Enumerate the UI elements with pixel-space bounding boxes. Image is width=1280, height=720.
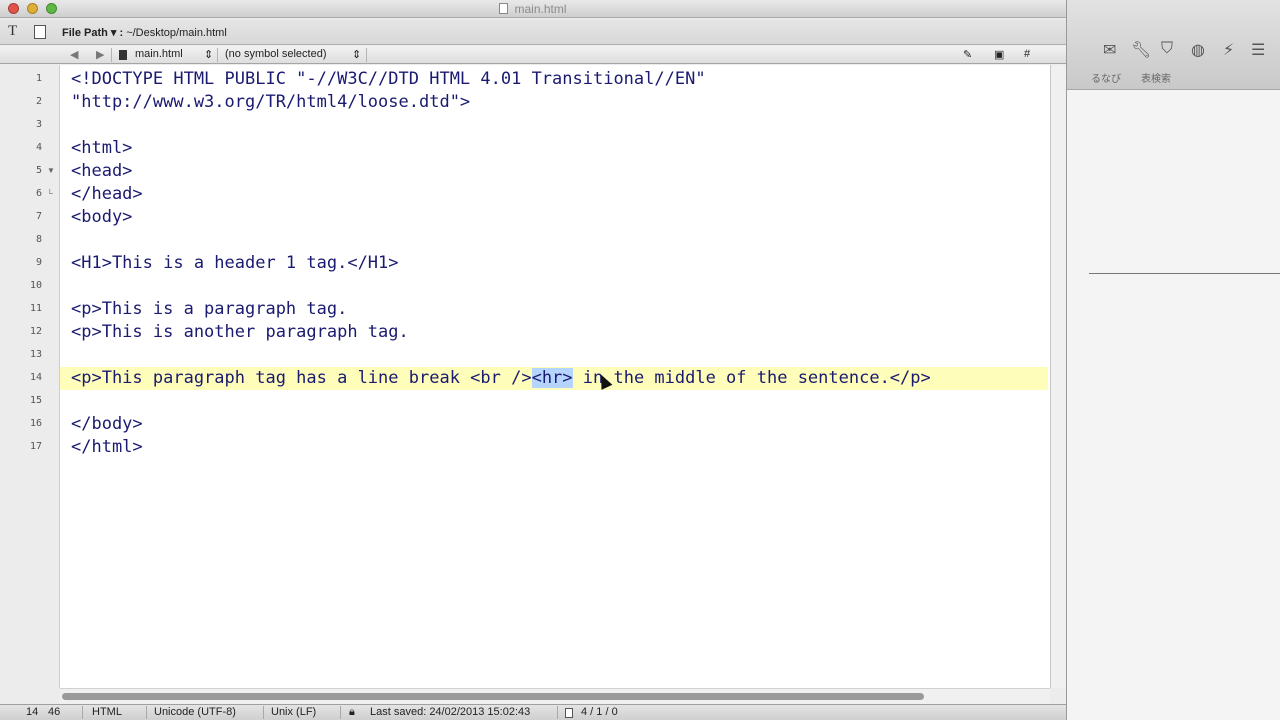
code-line[interactable]: <body> [60, 206, 1048, 229]
vertical-scrollbar[interactable] [1050, 65, 1066, 688]
code-line[interactable]: </body> [60, 413, 1048, 436]
line-number: 2 [35, 96, 42, 107]
divider [217, 48, 218, 62]
file-menu[interactable]: main.html [135, 48, 183, 60]
last-saved: Last saved: 24/02/2013 15:02:43 [370, 706, 531, 718]
lightning-icon[interactable]: ⚡︎ [1223, 40, 1234, 60]
column-indicator[interactable]: 46 [48, 706, 60, 718]
divider [366, 48, 367, 62]
line-number: 3 [35, 119, 42, 130]
document-icon [499, 3, 509, 14]
divider [146, 706, 147, 719]
navigation-bar: ◀ ▶ main.html ⇕ (no symbol selected) ⇕ ✎… [0, 46, 1066, 64]
divider [340, 706, 341, 719]
line-number: 11 [29, 303, 42, 314]
encoding-menu[interactable]: Unicode (UTF-8) [154, 706, 236, 718]
code-line[interactable] [60, 114, 1048, 137]
status-bar: 14 46 HTML Unicode (UTF-8) Unix (LF) 🔒︎ … [0, 704, 1066, 720]
line-number: 13 [29, 349, 42, 360]
pocket-icon[interactable]: ⛉ [1161, 40, 1173, 58]
line-number: 6 [35, 188, 42, 199]
code-line[interactable] [60, 344, 1048, 367]
line-number: 12 [29, 326, 42, 337]
selected-text[interactable]: <hr> [531, 368, 573, 388]
code-line[interactable]: <head> [60, 160, 1048, 183]
code-line[interactable] [60, 229, 1048, 252]
code-text: <p>This paragraph tag has a line break <… [71, 368, 532, 388]
divider [82, 706, 83, 719]
code-line[interactable]: <html> [60, 137, 1048, 160]
line-number: 9 [35, 257, 42, 268]
line-number-gutter: 1 2 3 4 5 6 7 8 9 10 11 12 13 14 15 16 1… [0, 65, 60, 688]
document-stats-icon [565, 708, 573, 718]
wrench-icon[interactable]: 🔧︎ [1131, 40, 1151, 60]
file-icon [119, 50, 127, 60]
text-options-icon[interactable]: T [8, 23, 17, 40]
pencil-icon[interactable]: ✎ [963, 48, 972, 61]
line-number: 4 [35, 142, 42, 153]
divider [111, 48, 112, 62]
file-path-value: ~/Desktop/main.html [126, 27, 227, 39]
line-number: 5 [35, 165, 42, 176]
symbol-menu-chevron-icon[interactable]: ⇕ [352, 48, 361, 61]
code-line[interactable]: <!DOCTYPE HTML PUBLIC "-//W3C//DTD HTML … [60, 68, 1048, 91]
line-number: 16 [29, 418, 42, 429]
divider [557, 706, 558, 719]
file-menu-chevron-icon[interactable]: ⇕ [204, 48, 213, 61]
window-title-text: main.html [514, 2, 567, 16]
fold-open-icon[interactable]: ▼ [47, 166, 55, 175]
title-bar[interactable]: main.html [0, 0, 1066, 18]
editor-window: main.html T File Path ▾ : ~/Desktop/main… [0, 0, 1066, 720]
toolbar: T File Path ▾ : ~/Desktop/main.html [0, 19, 1066, 45]
code-line[interactable] [60, 275, 1048, 298]
file-path[interactable]: File Path ▾ : ~/Desktop/main.html [62, 26, 227, 39]
code-editor[interactable]: 1 2 3 4 5 6 7 8 9 10 11 12 13 14 15 16 1… [0, 65, 1050, 688]
line-number: 8 [35, 234, 42, 245]
horizontal-scroll-thumb[interactable] [62, 693, 924, 700]
side-window: ✉ 🔧︎ ⛉ ◍ ⚡︎ ☰ るなび 表検索 [1066, 0, 1280, 720]
code-area[interactable]: <!DOCTYPE HTML PUBLIC "-//W3C//DTD HTML … [60, 65, 1050, 688]
back-button[interactable]: ◀ [70, 48, 78, 61]
side-toolbar: ✉ 🔧︎ ⛉ ◍ ⚡︎ ☰ るなび 表検索 [1067, 0, 1280, 90]
file-path-label[interactable]: File Path ▾ : [62, 27, 123, 39]
divider [263, 706, 264, 719]
line-number: 7 [35, 211, 42, 222]
divider [1089, 273, 1280, 274]
code-line[interactable]: <p>This is a paragraph tag. [60, 298, 1048, 321]
document-info-icon[interactable] [34, 25, 46, 39]
forward-button[interactable]: ▶ [96, 48, 104, 61]
window-title: main.html [0, 2, 1066, 16]
symbol-menu[interactable]: (no symbol selected) [225, 48, 327, 60]
code-line[interactable]: <H1>This is a header 1 tag.</H1> [60, 252, 1048, 275]
line-number: 10 [29, 280, 42, 291]
document-stats[interactable]: 4 / 1 / 0 [581, 706, 618, 718]
menu-icon[interactable]: ☰ [1251, 40, 1265, 60]
code-line[interactable]: </html> [60, 436, 1048, 459]
language-menu[interactable]: HTML [92, 706, 122, 718]
code-line[interactable]: "http://www.w3.org/TR/html4/loose.dtd"> [60, 91, 1048, 114]
code-line[interactable]: <p>This is another paragraph tag. [60, 321, 1048, 344]
side-label: るなび 表検索 [1091, 74, 1171, 85]
code-line[interactable]: </head> [60, 183, 1048, 206]
current-code-line[interactable]: <p>This paragraph tag has a line break <… [60, 367, 1048, 390]
line-number: 1 [35, 73, 42, 84]
lock-icon[interactable]: 🔒︎ [349, 706, 355, 719]
code-line[interactable] [60, 390, 1048, 413]
hash-icon[interactable]: # [1024, 48, 1030, 60]
code-text: in the middle of the sentence.</p> [572, 368, 931, 388]
mail-icon[interactable]: ✉ [1103, 40, 1116, 60]
window-menu-icon[interactable]: ▣ [994, 48, 1004, 61]
line-number: 15 [29, 395, 42, 406]
fold-end-icon[interactable]: └ [47, 189, 53, 198]
globe-icon[interactable]: ◍ [1191, 40, 1205, 60]
line-number: 17 [29, 441, 42, 452]
line-endings-menu[interactable]: Unix (LF) [271, 706, 316, 718]
line-number: 14 [29, 372, 42, 383]
line-indicator[interactable]: 14 [26, 706, 38, 718]
horizontal-scrollbar[interactable] [60, 688, 1050, 704]
